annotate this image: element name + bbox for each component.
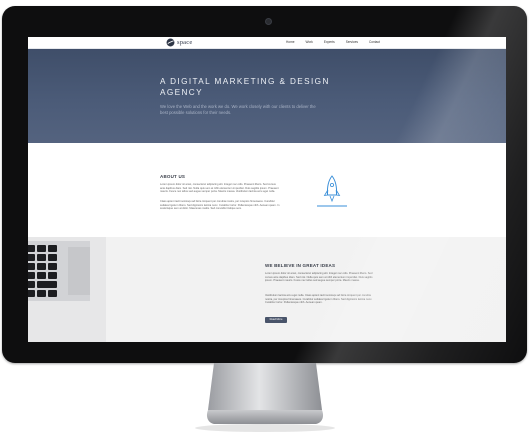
hero-title: A DIGITAL MARKETING & DESIGN AGENCY — [160, 77, 330, 97]
nav-item-home[interactable]: Home — [286, 40, 295, 44]
nav-item-services[interactable]: Services — [346, 40, 358, 44]
about-title: ABOUT US — [160, 174, 186, 179]
monitor-bezel: space Home Work Experts Services Contact… — [2, 6, 527, 363]
site-navbar: space Home Work Experts Services Contact — [28, 37, 506, 49]
about-section: ABOUT US Lorem ipsum dolor sit amet, con… — [28, 143, 506, 237]
about-paragraph: Lorem ipsum dolor sit amet, consectetur … — [160, 183, 279, 194]
screen: space Home Work Experts Services Contact… — [28, 37, 506, 342]
ideas-section: WE BELIEVE IN GREAT IDEAS Lorem ipsum do… — [28, 237, 506, 342]
ideas-title: WE BELIEVE IN GREAT IDEAS — [265, 263, 336, 268]
laptop-keyboard-image — [28, 237, 106, 342]
about-paragraph: Class aptent taciti sociosqu ad litora t… — [160, 200, 280, 211]
ideas-paragraph: Lorem ipsum dolor sit amet, consectetur … — [265, 272, 373, 283]
site-logo[interactable]: space — [166, 38, 192, 47]
webcam-icon — [265, 18, 272, 25]
hero-subtitle: We love the Web and the work we do. We w… — [160, 104, 316, 115]
rocket-icon — [317, 175, 347, 207]
read-more-button[interactable]: Read More — [265, 317, 287, 323]
space-logo-icon — [166, 38, 175, 47]
logo-text: space — [177, 39, 193, 46]
nav-item-work[interactable]: Work — [306, 40, 313, 44]
nav-menu: Home Work Experts Services Contact — [286, 40, 391, 44]
ideas-paragraph: Vestibulum lacinia arcu eget nulla. Clas… — [265, 294, 373, 305]
nav-item-experts[interactable]: Experts — [324, 40, 335, 44]
hero-section: A DIGITAL MARKETING & DESIGN AGENCY We l… — [28, 49, 506, 143]
nav-item-contact[interactable]: Contact — [369, 40, 380, 44]
